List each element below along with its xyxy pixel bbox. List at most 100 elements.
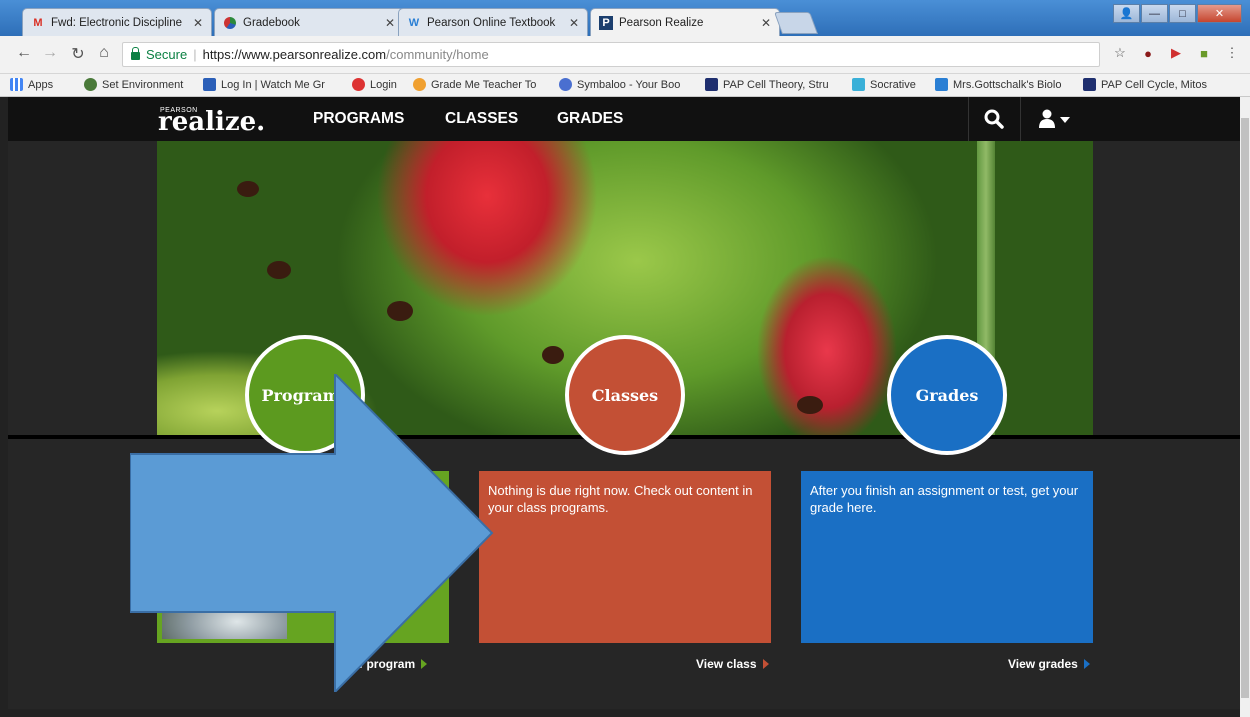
w-icon: [935, 78, 948, 91]
bookmark-item[interactable]: Socrative: [852, 78, 916, 91]
nav-programs[interactable]: PROGRAMS: [313, 110, 404, 128]
close-window-button[interactable]: ✕: [1197, 4, 1242, 23]
back-icon[interactable]: ←: [14, 44, 34, 62]
user-menu-icon[interactable]: [1020, 97, 1090, 141]
bookmark-label: PAP Cell Cycle, Mitos: [1101, 78, 1207, 91]
bookmark-item[interactable]: Set Environment: [84, 78, 183, 91]
extension-icon[interactable]: ▶: [1168, 45, 1184, 61]
maximize-button[interactable]: □: [1169, 4, 1196, 23]
grades-circle-label: Grades: [915, 385, 979, 405]
tab-pearson-realize[interactable]: P Pearson Realize ✕: [590, 8, 780, 36]
bookmark-label: Mrs.Gottschalk's Biolo: [953, 78, 1062, 91]
bookmark-label: Grade Me Teacher To: [431, 78, 537, 91]
extension-icon[interactable]: ■: [1196, 45, 1212, 61]
nav-grades[interactable]: GRADES: [557, 110, 623, 128]
w-icon: [203, 78, 216, 91]
scrollbar-thumb[interactable]: [1241, 118, 1249, 698]
bookmark-label: Log In | Watch Me Gr: [221, 78, 325, 91]
tab-gmail[interactable]: M Fwd: Electronic Discipline ✕: [22, 8, 212, 36]
annotation-arrow-icon: [130, 374, 494, 692]
extension-icon[interactable]: ●: [1140, 45, 1156, 61]
login-icon: [352, 78, 365, 91]
view-grades-link[interactable]: View grades: [1008, 657, 1090, 671]
bookmark-item[interactable]: Grade Me Teacher To: [413, 78, 536, 91]
star-icon[interactable]: ☆: [1112, 45, 1128, 61]
bookmark-item[interactable]: Log In | Watch Me Gr: [203, 78, 325, 91]
bookmark-label: Socrative: [870, 78, 916, 91]
bookmark-item[interactable]: Mrs.Gottschalk's Biolo: [935, 78, 1061, 91]
forward-icon[interactable]: →: [40, 44, 60, 62]
classes-circle[interactable]: Classes: [565, 335, 685, 455]
apple-icon: [413, 78, 426, 91]
pearson-p-icon: P: [599, 15, 613, 30]
w-icon: W: [408, 16, 420, 29]
minimize-button[interactable]: —: [1141, 4, 1168, 23]
view-grades-label: View grades: [1008, 657, 1078, 671]
tab-gradebook[interactable]: Gradebook ✕: [214, 8, 404, 36]
browser-tab-strip: M Fwd: Electronic Discipline ✕ Gradebook…: [0, 0, 1250, 36]
lock-icon: [131, 46, 140, 60]
tab-label: Pearson Realize: [619, 16, 704, 29]
site-header: PEARSON realize. PROGRAMS CLASSES GRADES: [8, 97, 1240, 141]
browser-toolbar: ← → ↻ ⌂ Secure | https://www.pearsonreal…: [0, 36, 1250, 74]
reload-icon[interactable]: ↻: [68, 44, 88, 64]
grades-card[interactable]: After you finish an assignment or test, …: [801, 471, 1093, 643]
bookmark-label: Apps: [28, 78, 54, 91]
ant-icon: [542, 346, 564, 364]
symbaloo-icon: [559, 78, 572, 91]
bookmark-apps[interactable]: Apps: [10, 78, 53, 91]
ant-icon: [387, 301, 413, 321]
gmail-icon: M: [33, 16, 43, 29]
home-icon[interactable]: ⌂: [94, 44, 114, 62]
url-path: /community/home: [386, 47, 489, 62]
bookmark-icon: [705, 78, 718, 91]
close-icon[interactable]: ✕: [761, 16, 771, 30]
logo-text: realize.: [158, 107, 266, 137]
ant-icon: [237, 181, 259, 197]
url-host: https://www.pearsonrealize.com: [202, 47, 387, 62]
classes-card-text: Nothing is due right now. Check out cont…: [488, 483, 753, 515]
view-class-link[interactable]: View class: [696, 657, 769, 671]
arrow-right-icon: [762, 659, 769, 669]
secure-indicator[interactable]: Secure: [131, 46, 188, 62]
bookmark-icon: [1083, 78, 1096, 91]
page-content: PEARSON realize. PROGRAMS CLASSES GRADES: [8, 97, 1240, 709]
tab-label: Pearson Online Textbook: [427, 16, 556, 29]
socrative-icon: [852, 78, 865, 91]
ant-icon: [267, 261, 291, 279]
classes-circle-label: Classes: [591, 385, 659, 405]
user-icon[interactable]: 👤: [1113, 4, 1140, 23]
tab-label: Gradebook: [243, 16, 300, 29]
tab-pearson-textbook[interactable]: W Pearson Online Textbook ✕: [398, 8, 588, 36]
bookmark-item[interactable]: PAP Cell Cycle, Mitos: [1083, 78, 1207, 91]
arrow-right-icon: [1083, 659, 1090, 669]
nav-classes[interactable]: CLASSES: [445, 110, 518, 128]
bookmark-label: Symbaloo - Your Boo: [577, 78, 681, 91]
search-icon[interactable]: [968, 97, 1018, 141]
bookmark-item[interactable]: Symbaloo - Your Boo: [559, 78, 680, 91]
bookmarks-bar: Apps Set Environment Log In | Watch Me G…: [0, 74, 1250, 97]
bookmark-label: Set Environment: [102, 78, 184, 91]
classes-card[interactable]: Nothing is due right now. Check out cont…: [479, 471, 771, 643]
bookmark-label: PAP Cell Theory, Stru: [723, 78, 829, 91]
close-icon[interactable]: ✕: [385, 16, 395, 30]
ant-icon: [797, 396, 823, 414]
tab-label: Fwd: Electronic Discipline: [51, 16, 183, 29]
view-class-label: View class: [696, 657, 757, 671]
extension-icons: ☆ ● ▶ ■ ⋮: [1112, 45, 1240, 61]
secure-label: Secure: [146, 47, 188, 62]
gradebook-icon: [223, 16, 237, 30]
close-icon[interactable]: ✕: [569, 16, 579, 30]
window-controls: 👤 — □ ✕: [1112, 4, 1242, 23]
globe-icon: [84, 78, 97, 91]
bookmark-item[interactable]: Login: [352, 78, 397, 91]
address-bar[interactable]: Secure | https://www.pearsonrealize.com /…: [122, 42, 1100, 67]
close-icon[interactable]: ✕: [193, 16, 203, 30]
bookmark-label: Login: [370, 78, 397, 91]
menu-icon[interactable]: ⋮: [1224, 45, 1240, 61]
grades-circle[interactable]: Grades: [887, 335, 1007, 455]
apps-icon: [10, 78, 23, 91]
new-tab-button[interactable]: [773, 12, 819, 34]
bookmark-item[interactable]: PAP Cell Theory, Stru: [705, 78, 829, 91]
grades-card-text: After you finish an assignment or test, …: [810, 483, 1079, 515]
